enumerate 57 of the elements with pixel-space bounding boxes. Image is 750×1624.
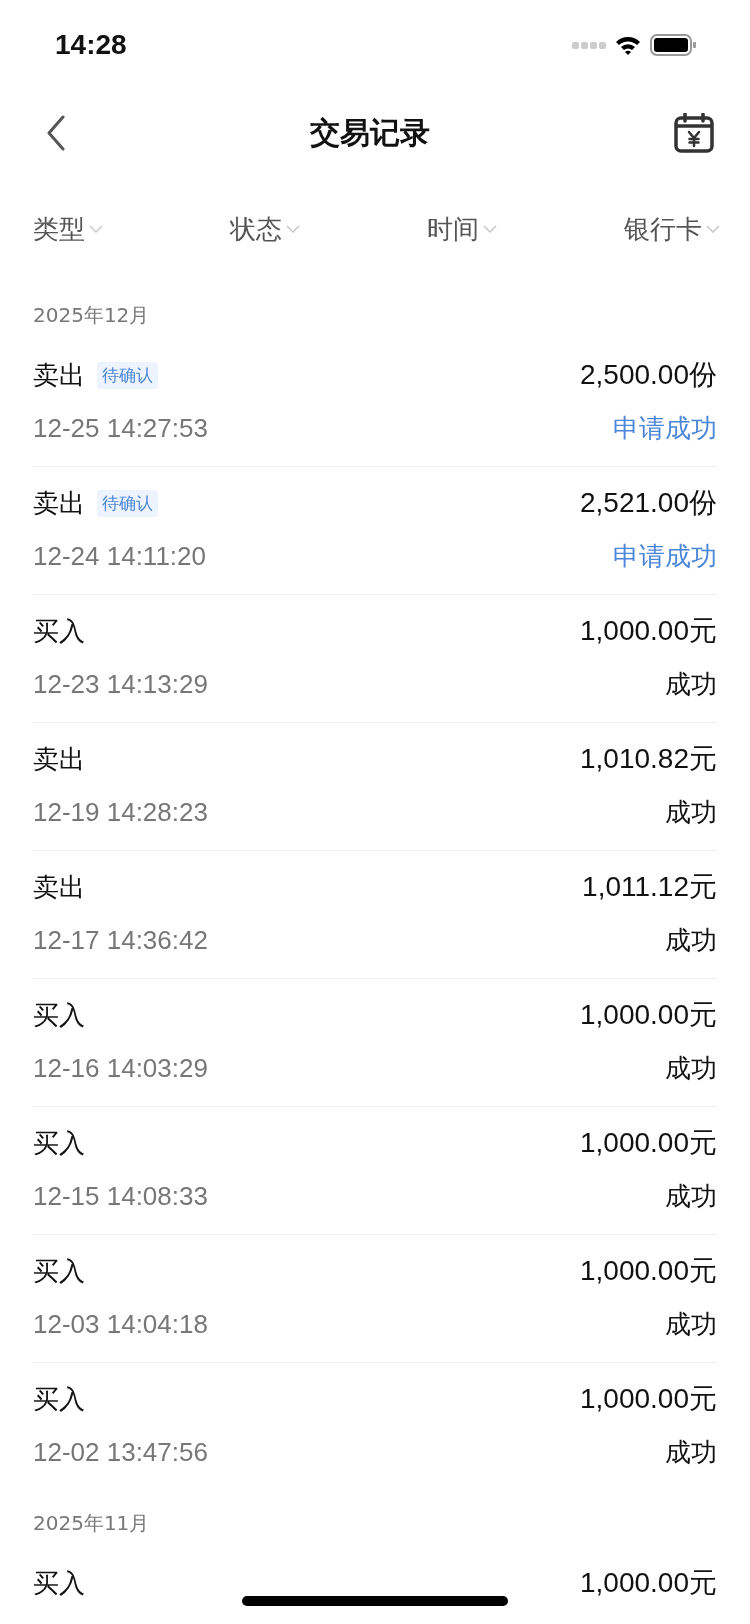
- transaction-type: 买入: [33, 1126, 85, 1160]
- transaction-type: 卖出: [33, 486, 85, 520]
- transaction-time: 12-19 14:28:23: [33, 796, 208, 828]
- transaction-type: 卖出: [33, 870, 85, 904]
- transaction-amount: 1,000.00元: [580, 1566, 717, 1600]
- month-header: 2025年12月: [32, 302, 151, 329]
- transaction-status: 成功: [665, 1435, 717, 1469]
- month-header: 2025年11月: [32, 1510, 151, 1537]
- filter-dropdown[interactable]: 状态: [230, 211, 300, 247]
- transaction-time: 12-17 14:36:42: [33, 924, 208, 956]
- transaction-amount: 1,010.82元: [580, 742, 717, 776]
- filter-dropdown[interactable]: 类型: [33, 211, 103, 247]
- transaction-type: 买入: [33, 1566, 85, 1600]
- transaction-type: 买入: [33, 998, 85, 1032]
- transaction-time: 12-25 14:27:53: [33, 412, 208, 444]
- transaction-amount: 1,000.00元: [580, 998, 717, 1032]
- battery-icon: [650, 34, 696, 56]
- transaction-status: 成功: [665, 667, 717, 701]
- transaction-amount: 2,521.00份: [580, 486, 717, 520]
- transaction-amount: 2,500.00份: [580, 358, 717, 392]
- calendar-yuan-icon[interactable]: [674, 113, 714, 153]
- transaction-time: 12-23 14:13:29: [33, 668, 208, 700]
- wifi-icon: [614, 34, 642, 56]
- transaction-type: 买入: [33, 1382, 85, 1416]
- chevron-down-icon: [706, 225, 720, 233]
- transaction-amount: 1,011.12元: [582, 870, 717, 904]
- chevron-down-icon: [286, 225, 300, 233]
- transaction-status: 成功: [665, 795, 717, 829]
- transaction-amount: 1,000.00元: [580, 614, 717, 648]
- pending-tag: 待确认: [97, 361, 158, 389]
- transaction-status: 申请成功: [613, 539, 717, 573]
- chevron-down-icon: [89, 225, 103, 233]
- transaction-amount: 1,000.00元: [580, 1382, 717, 1416]
- transaction-type: 卖出: [33, 358, 85, 392]
- transaction-time: 12-15 14:08:33: [33, 1180, 208, 1212]
- transaction-amount: 1,000.00元: [580, 1126, 717, 1160]
- transaction-status: 成功: [665, 1307, 717, 1341]
- transaction-amount: 1,000.00元: [580, 1254, 717, 1288]
- transaction-status: 成功: [665, 1179, 717, 1213]
- transaction-type: 买入: [33, 1254, 85, 1288]
- transaction-status: 成功: [665, 1051, 717, 1085]
- transaction-type: 买入: [33, 614, 85, 648]
- transaction-status: 成功: [665, 923, 717, 957]
- transaction-time: 12-16 14:03:29: [33, 1052, 208, 1084]
- transaction-time: 12-03 14:04:18: [33, 1308, 208, 1340]
- chevron-down-icon: [483, 225, 497, 233]
- filter-dropdown[interactable]: 银行卡: [624, 211, 720, 247]
- transaction-time: 12-02 13:47:56: [33, 1436, 208, 1468]
- status-time: 14:28: [55, 29, 127, 61]
- transaction-status: 申请成功: [613, 411, 717, 445]
- pending-tag: 待确认: [97, 489, 158, 517]
- signal-icon: [572, 40, 606, 50]
- transaction-type: 卖出: [33, 742, 85, 776]
- transaction-time: 12-24 14:11:20: [33, 540, 206, 572]
- page-title: 交易记录: [310, 113, 430, 152]
- filter-dropdown[interactable]: 时间: [427, 211, 497, 247]
- back-icon[interactable]: [46, 115, 66, 151]
